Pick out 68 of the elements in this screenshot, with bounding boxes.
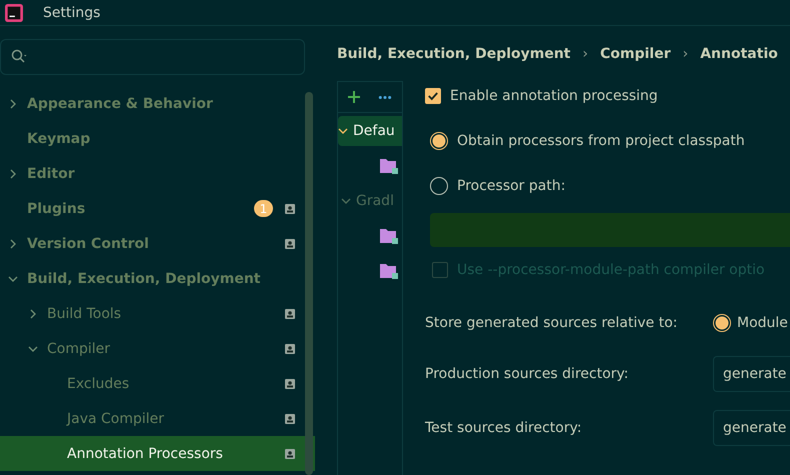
project-level-icon [285,448,295,458]
field-label: Test sources directory: [425,420,583,436]
chevron-down-icon [341,196,351,206]
settings-tree-item[interactable]: Excludes [0,366,315,401]
settings-tree-item[interactable]: Version Control [0,226,315,261]
radio-button[interactable] [430,177,448,195]
scrollbar[interactable] [305,92,313,475]
settings-tree-item[interactable]: Compiler [0,331,315,366]
breadcrumb-separator: › [582,46,588,62]
chevron-down-icon [338,126,348,136]
tree-item-label: Appearance & Behavior [27,96,213,112]
profile-item[interactable]: Gradl [338,186,402,216]
chevron-right-icon[interactable] [8,238,18,248]
chevron-down-icon[interactable] [28,344,38,354]
breadcrumb-item[interactable]: Build, Execution, Deployment [337,46,570,62]
chevron-right-icon[interactable] [8,98,18,108]
radio-button[interactable] [713,314,731,332]
tree-item-label: Compiler [47,340,110,356]
tree-item-label: Annotation Processors [67,446,223,462]
breadcrumb-separator: › [682,46,688,62]
tree-item-label: Plugins [27,200,86,216]
search-field[interactable] [0,39,305,75]
radio-label: Processor path: [457,178,566,194]
notification-badge: 1 [254,200,273,217]
chevron-down-icon[interactable] [8,274,18,284]
search-icon [11,49,29,65]
app-logo-icon [5,4,23,22]
settings-tree-item[interactable]: Appearance & Behavior [0,86,315,121]
project-level-icon [285,414,295,424]
tree-item-label: Keymap [27,130,90,146]
project-level-icon [285,238,295,248]
tree-item-label: Version Control [27,236,149,252]
tree-item-label: Excludes [67,376,130,392]
module-folder-icon[interactable] [380,228,398,244]
field-label: Production sources directory: [425,366,630,382]
project-level-icon [285,378,295,388]
tree-item-label: Java Compiler [67,410,164,426]
settings-tree-item[interactable]: Editor [0,156,315,191]
tree-item-label: Editor [27,166,75,182]
project-level-icon [285,204,295,214]
module-folder-icon[interactable] [380,158,398,174]
add-icon[interactable] [348,91,360,103]
more-icon[interactable] [378,94,392,100]
breadcrumb-item[interactable]: Compiler [600,46,671,62]
settings-tree-item[interactable]: Annotation Processors [0,436,315,471]
settings-tree-item[interactable]: Keymap [0,121,315,156]
directory-field[interactable]: generate [713,410,790,446]
tree-item-label: Build Tools [47,306,122,322]
window-title: Settings [43,4,100,20]
radio-button[interactable] [430,132,448,150]
project-level-icon [285,308,295,318]
checkbox-label: Enable annotation processing [450,88,658,104]
tree-item-label: Build, Execution, Deployment [27,270,260,286]
chevron-right-icon[interactable] [28,308,38,318]
radio-label: Module [737,315,788,331]
radio-label: Obtain processors from project classpath [457,133,745,149]
settings-tree-item[interactable]: Plugins 1 [0,191,315,226]
store-label: Store generated sources relative to: [425,315,678,331]
directory-field[interactable]: generate [713,356,790,392]
project-level-icon [285,344,295,354]
breadcrumb-item[interactable]: Annotatio [700,46,778,62]
settings-tree-item[interactable]: Build Tools [0,296,315,331]
module-folder-icon[interactable] [380,262,398,278]
settings-tree-item[interactable]: Build, Execution, Deployment [0,261,315,296]
chevron-right-icon[interactable] [8,168,18,178]
settings-tree-item[interactable]: Java Compiler [0,401,315,436]
profile-item[interactable]: Defau [338,116,402,146]
check-icon [427,90,439,102]
